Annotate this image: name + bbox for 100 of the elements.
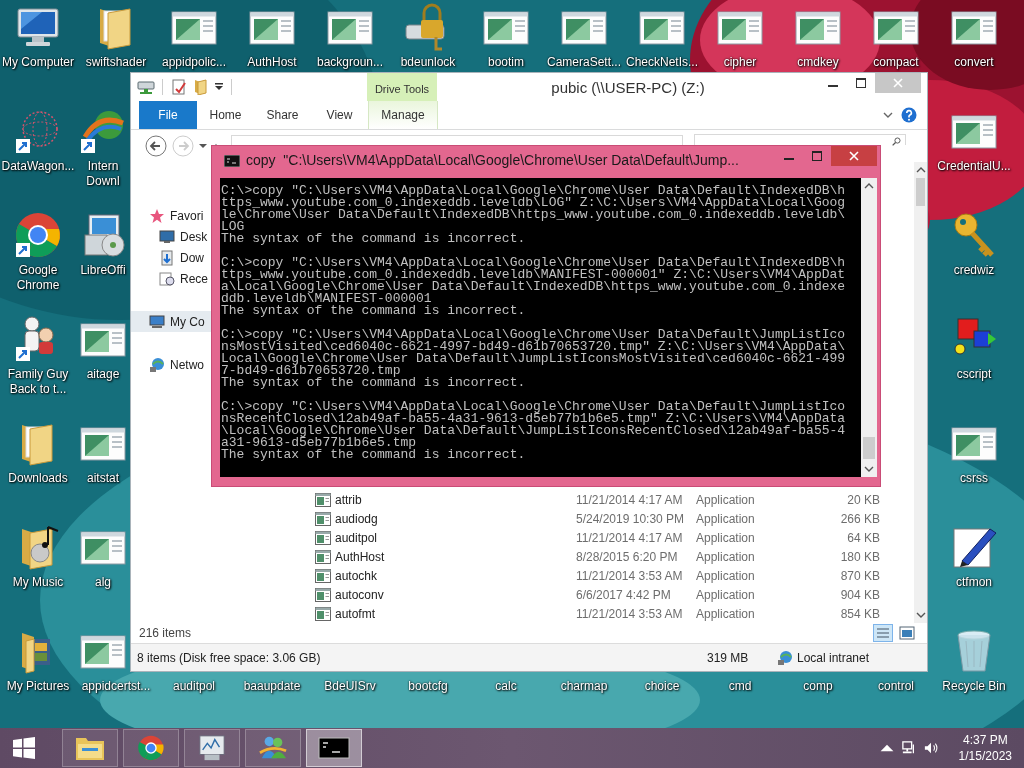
file-size: 870 KB <box>839 568 880 583</box>
scroll-down-icon[interactable] <box>864 465 874 473</box>
icon-label[interactable]: cscript <box>956 367 992 382</box>
icon-label[interactable]: bootim <box>488 55 524 70</box>
file-type: Application <box>696 568 756 583</box>
taskbar-button[interactable] <box>306 729 362 767</box>
icon-label[interactable]: csrss <box>960 471 988 486</box>
ribbon-tab[interactable]: View <box>311 101 368 129</box>
item-count: 216 items <box>139 626 192 640</box>
console-line: le\Chrome\User Data\Default\IndexedDB\https_www.youtube.com_0.indexeddb.leveldb\ <box>221 209 847 221</box>
scrollbar[interactable] <box>861 178 877 477</box>
scroll-up-icon[interactable] <box>915 166 926 174</box>
file-name[interactable]: auditpol <box>335 530 576 545</box>
icon-label[interactable]: compact <box>873 55 919 70</box>
icon-label[interactable]: swiftshader <box>85 55 147 70</box>
caret-icon[interactable] <box>214 82 224 92</box>
application-icon <box>315 568 331 583</box>
large-icons-view-icon[interactable] <box>897 624 917 642</box>
icon-label[interactable]: My Pictures <box>6 679 70 694</box>
icon-label[interactable]: convert <box>954 55 994 70</box>
icon-label[interactable]: control <box>878 679 914 694</box>
file-size: 64 KB <box>846 530 880 545</box>
icon-label[interactable]: DataWagon... <box>1 159 75 174</box>
date-modified: 6/6/2017 4:42 PM <box>576 587 672 602</box>
icon-label[interactable]: My Computer <box>2 55 74 70</box>
icon-label[interactable]: CredentialU... <box>937 159 1011 174</box>
icon-label[interactable]: CameraSett... <box>547 55 621 70</box>
icon-label[interactable]: appidcertst... <box>81 679 151 694</box>
icon-label[interactable]: AuthHost <box>247 55 297 70</box>
minimize-icon <box>828 85 838 87</box>
application-icon <box>315 606 331 621</box>
icon-label[interactable]: My Music <box>12 575 64 590</box>
console-line: C:\>copy "C:\Users\VM4\AppData\Local\Google\Chrome\User Data\Default\IndexedDB\h <box>221 185 847 197</box>
icon-label[interactable]: alg <box>95 575 111 590</box>
ribbon-tab[interactable]: Manage <box>368 101 438 129</box>
file-name[interactable]: attrib <box>335 492 576 507</box>
scroll-thumb[interactable] <box>863 437 875 459</box>
console-line: C:\>copy "C:\Users\VM4\AppData\Local\Google\Chrome\User Data\Default\JumpListIco <box>221 401 847 413</box>
icon-label[interactable]: Google Chrome <box>0 263 76 293</box>
file-name[interactable]: autochk <box>335 568 576 583</box>
file-name[interactable]: audiodg <box>335 511 576 526</box>
expand-ribbon-icon[interactable] <box>883 111 893 119</box>
drive-icon[interactable] <box>137 79 155 95</box>
nav-item[interactable]: Favori <box>131 205 211 226</box>
clock-date[interactable]: 1/15/2023 <box>958 748 1012 764</box>
nav-item[interactable]: Rece <box>131 268 211 289</box>
nav-item[interactable]: Netwo <box>131 354 211 375</box>
ribbon-tab[interactable]: File <box>139 101 197 129</box>
icon-label[interactable]: aitstat <box>87 471 119 486</box>
icon-label[interactable]: Recycle Bin <box>942 679 1006 694</box>
browser-icon[interactable] <box>14 211 62 259</box>
help-icon[interactable] <box>901 107 917 123</box>
nav-item[interactable]: My Co <box>131 311 211 332</box>
recent-locations-icon[interactable] <box>199 143 207 149</box>
file-size: 180 KB <box>839 549 880 564</box>
nav-item[interactable]: Dow <box>131 247 211 268</box>
scroll-down-icon[interactable] <box>915 611 926 619</box>
icon-label[interactable]: ctfmon <box>956 575 992 590</box>
window-title: pubic (\\USER-PC) (Z:) <box>550 78 706 96</box>
date-modified: 11/21/2014 4:17 AM <box>576 530 684 545</box>
start-button[interactable] <box>12 736 36 760</box>
icon-label[interactable]: credwiz <box>953 263 995 278</box>
icon-label[interactable]: Family Guy Back to t... <box>0 367 76 397</box>
minimize-icon <box>784 158 794 160</box>
console-line: The syntax of the command is incorrect. <box>221 377 527 389</box>
icon-label[interactable]: cipher <box>723 55 757 70</box>
console-line: The syntax of the command is incorrect. <box>221 305 527 317</box>
icon-label[interactable]: aitage <box>86 367 120 382</box>
file-name[interactable]: AuthHost <box>335 549 576 564</box>
file-type: Application <box>696 511 756 526</box>
clock-time[interactable]: 4:37 PM <box>962 732 1008 748</box>
console-line: Local\Google\Chrome\User Data\Default\JumpListIconsMostVisited\ced6040c-6621-499 <box>221 353 847 365</box>
ribbon-tab[interactable]: Home <box>197 101 254 129</box>
application-icon <box>315 549 331 564</box>
close-button[interactable] <box>831 146 877 166</box>
properties-icon[interactable] <box>170 79 188 95</box>
network-icon[interactable] <box>900 741 917 755</box>
icon-label[interactable]: Downloads <box>8 471 68 486</box>
back-button[interactable] <box>145 135 167 157</box>
icon-label[interactable]: appidpolic... <box>161 55 226 70</box>
volume-icon[interactable] <box>922 741 939 755</box>
icon-label[interactable]: bdeunlock <box>400 55 456 70</box>
file-name[interactable]: autofmt <box>335 606 576 621</box>
scroll-thumb[interactable] <box>916 178 925 206</box>
console-line: a31-9613-d5eb77b1b6e5.tmp <box>221 437 418 449</box>
computer-icon <box>149 313 165 330</box>
scroll-up-icon[interactable] <box>864 182 874 190</box>
icon-label[interactable]: LibreOffi <box>80 263 126 278</box>
nav-item[interactable]: Desk <box>131 226 211 247</box>
icon-label[interactable]: Intern Downl <box>77 159 129 189</box>
scrollbar[interactable] <box>914 162 927 623</box>
search-icon <box>892 137 901 146</box>
file-name[interactable]: autoconv <box>335 587 576 602</box>
application-icon <box>315 492 331 507</box>
icon-label[interactable]: cmdkey <box>797 55 839 70</box>
icon-label[interactable]: backgroun... <box>316 55 383 70</box>
icon-label[interactable]: cmd <box>728 679 752 694</box>
console-line: The syntax of the command is incorrect. <box>221 233 527 245</box>
icon-label[interactable]: comp <box>803 679 833 694</box>
ribbon-tab[interactable]: Share <box>254 101 311 129</box>
